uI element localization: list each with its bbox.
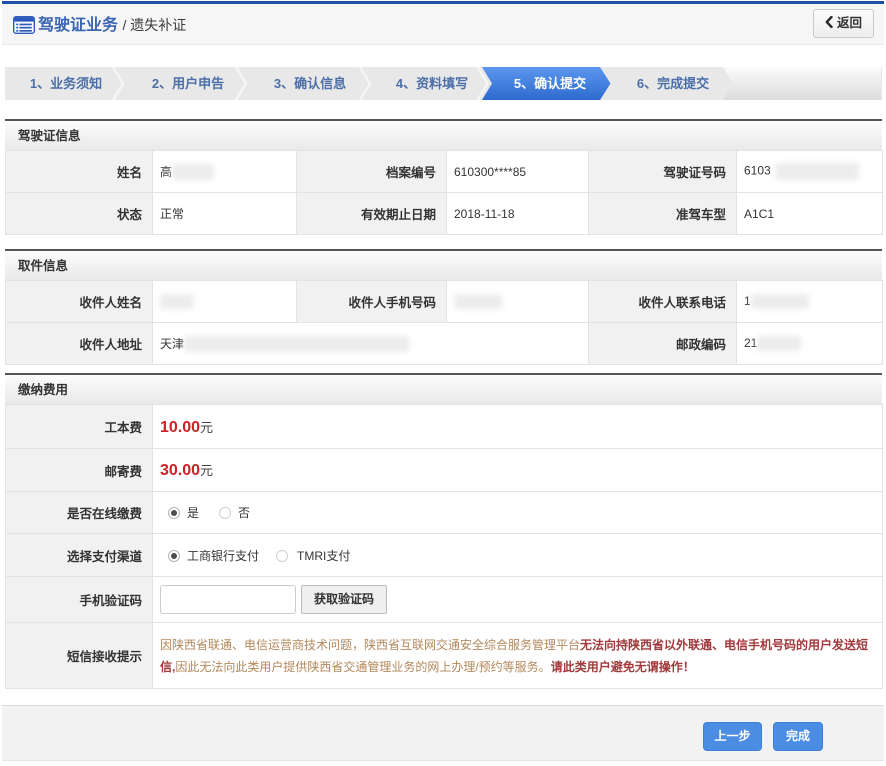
svg-text:3、确认信息: 3、确认信息: [274, 76, 346, 91]
svg-text:2、用户申告: 2、用户申告: [152, 76, 224, 91]
svg-text:6、完成提交: 6、完成提交: [637, 76, 709, 91]
svg-text:1、业务须知: 1、业务须知: [30, 76, 102, 91]
svg-text:5、确认提交: 5、确认提交: [514, 76, 586, 91]
svg-text:4、资料填写: 4、资料填写: [396, 76, 468, 91]
